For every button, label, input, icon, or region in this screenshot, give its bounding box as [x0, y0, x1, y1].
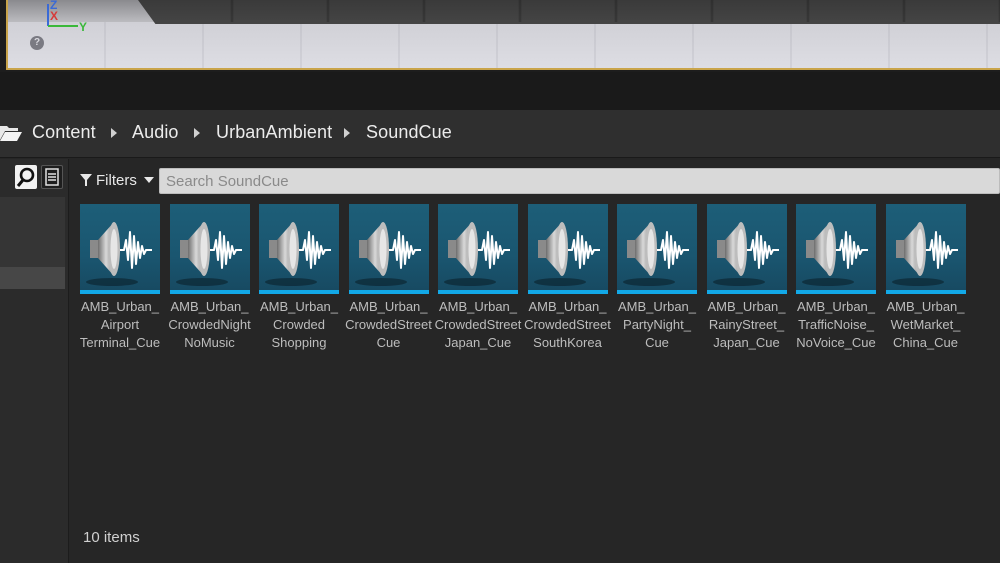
- folder-tree-area[interactable]: [0, 197, 65, 267]
- asset-tile[interactable]: AMB_Urban_ RainyStreet_ Japan_Cue: [706, 204, 787, 354]
- asset-tile[interactable]: AMB_Urban_ WetMarket_ China_Cue: [885, 204, 966, 354]
- asset-label: AMB_Urban_ WetMarket_ China_Cue: [886, 299, 965, 350]
- asset-thumbnail[interactable]: [885, 204, 966, 294]
- asset-label: AMB_Urban_ CrowdedStreet Japan_Cue: [434, 299, 522, 350]
- asset-label: AMB_Urban_ Airport Terminal_Cue: [79, 299, 161, 350]
- asset-tile[interactable]: AMB_Urban_ CrowdedNight NoMusic: [168, 204, 251, 354]
- asset-tile[interactable]: AMB_Urban_ Airport Terminal_Cue: [80, 204, 160, 354]
- breadcrumb-item-urbanambient[interactable]: UrbanAmbient: [216, 122, 332, 143]
- breadcrumb: Content Audio UrbanAmbient SoundCue: [0, 110, 1000, 158]
- asset-tile[interactable]: AMB_Urban_ CrowdedStreet Cue: [345, 204, 432, 354]
- chevron-right-icon[interactable]: [194, 128, 200, 138]
- viewport-scene[interactable]: Z X Y ?: [6, 0, 1000, 70]
- level-viewport[interactable]: Z X Y ?: [0, 0, 1000, 72]
- chevron-right-icon[interactable]: [344, 128, 350, 138]
- asset-grid: AMB_Urban_ Airport Terminal_Cue AMB_Urba…: [80, 204, 980, 354]
- speaker-waveform-icon: [444, 222, 510, 286]
- folder-open-icon[interactable]: [0, 124, 22, 142]
- asset-thumbnail[interactable]: [259, 204, 339, 294]
- asset-view: Filters AMB_Urban_ Airpo: [70, 159, 1000, 563]
- asset-label: AMB_Urban_ PartyNight_ Cue: [617, 299, 697, 350]
- asset-thumbnail[interactable]: [527, 204, 608, 294]
- filters-label: Filters: [96, 171, 137, 189]
- speaker-waveform-icon: [802, 222, 868, 286]
- axis-y-label: Y: [79, 20, 88, 34]
- asset-search-input[interactable]: [159, 168, 1000, 194]
- asset-label: AMB_Urban_ CrowdedStreet Cue: [345, 299, 432, 350]
- speaker-waveform-icon: [265, 222, 331, 286]
- speaker-waveform-icon: [354, 222, 421, 286]
- asset-thumbnail[interactable]: [617, 204, 697, 294]
- asset-thumbnail[interactable]: [348, 204, 429, 294]
- asset-thumbnail[interactable]: [80, 204, 160, 294]
- speaker-waveform-icon: [175, 222, 242, 286]
- asset-label: AMB_Urban_ CrowdedStreet SouthKorea: [524, 299, 611, 350]
- asset-tile[interactable]: AMB_Urban_ TrafficNoise_ NoVoice_Cue: [796, 204, 876, 354]
- filters-button[interactable]: Filters: [80, 169, 154, 191]
- panel-divider: [0, 72, 1000, 110]
- asset-thumbnail[interactable]: [796, 204, 876, 294]
- breadcrumb-item-audio[interactable]: Audio: [132, 122, 179, 143]
- speaker-waveform-icon: [891, 222, 958, 286]
- search-toggle-button[interactable]: [15, 165, 37, 189]
- asset-tile[interactable]: AMB_Urban_ CrowdedStreet Japan_Cue: [435, 204, 521, 354]
- speaker-waveform-icon: [86, 222, 152, 286]
- asset-tile[interactable]: AMB_Urban_ PartyNight_ Cue: [617, 204, 697, 354]
- funnel-icon: [80, 174, 92, 186]
- sources-toolbar: [0, 165, 69, 191]
- chevron-down-icon: [143, 177, 154, 183]
- asset-tile[interactable]: AMB_Urban_ CrowdedStreet SouthKorea: [524, 204, 611, 354]
- asset-thumbnail[interactable]: [169, 204, 250, 294]
- search-icon: [16, 167, 35, 187]
- speaker-waveform-icon: [533, 222, 600, 286]
- item-count: 10 items: [83, 529, 140, 546]
- axis-gizmo: Z X Y: [34, 0, 94, 40]
- asset-thumbnail[interactable]: [706, 204, 787, 294]
- chevron-right-icon[interactable]: [111, 128, 117, 138]
- breadcrumb-item-soundcue[interactable]: SoundCue: [366, 122, 452, 143]
- help-icon[interactable]: ?: [30, 36, 44, 50]
- asset-label: AMB_Urban_ TrafficNoise_ NoVoice_Cue: [796, 299, 876, 350]
- asset-label: AMB_Urban_ Crowded Shopping: [259, 299, 339, 350]
- speaker-waveform-icon: [712, 222, 779, 286]
- axis-x-label: X: [50, 9, 59, 23]
- speaker-waveform-icon: [623, 222, 689, 286]
- list-icon: [45, 168, 59, 186]
- asset-label: AMB_Urban_ CrowdedNight NoMusic: [168, 299, 251, 350]
- folder-tree-selected-item[interactable]: [0, 267, 65, 289]
- asset-label: AMB_Urban_ RainyStreet_ Japan_Cue: [707, 299, 786, 350]
- sources-panel: [0, 159, 69, 563]
- asset-thumbnail[interactable]: [438, 204, 518, 294]
- list-view-button[interactable]: [41, 165, 63, 189]
- asset-tile[interactable]: AMB_Urban_ Crowded Shopping: [259, 204, 339, 354]
- floor-grid: [8, 22, 1000, 68]
- breadcrumb-item-content[interactable]: Content: [32, 122, 96, 143]
- scene-wall-blocks: [138, 0, 1000, 22]
